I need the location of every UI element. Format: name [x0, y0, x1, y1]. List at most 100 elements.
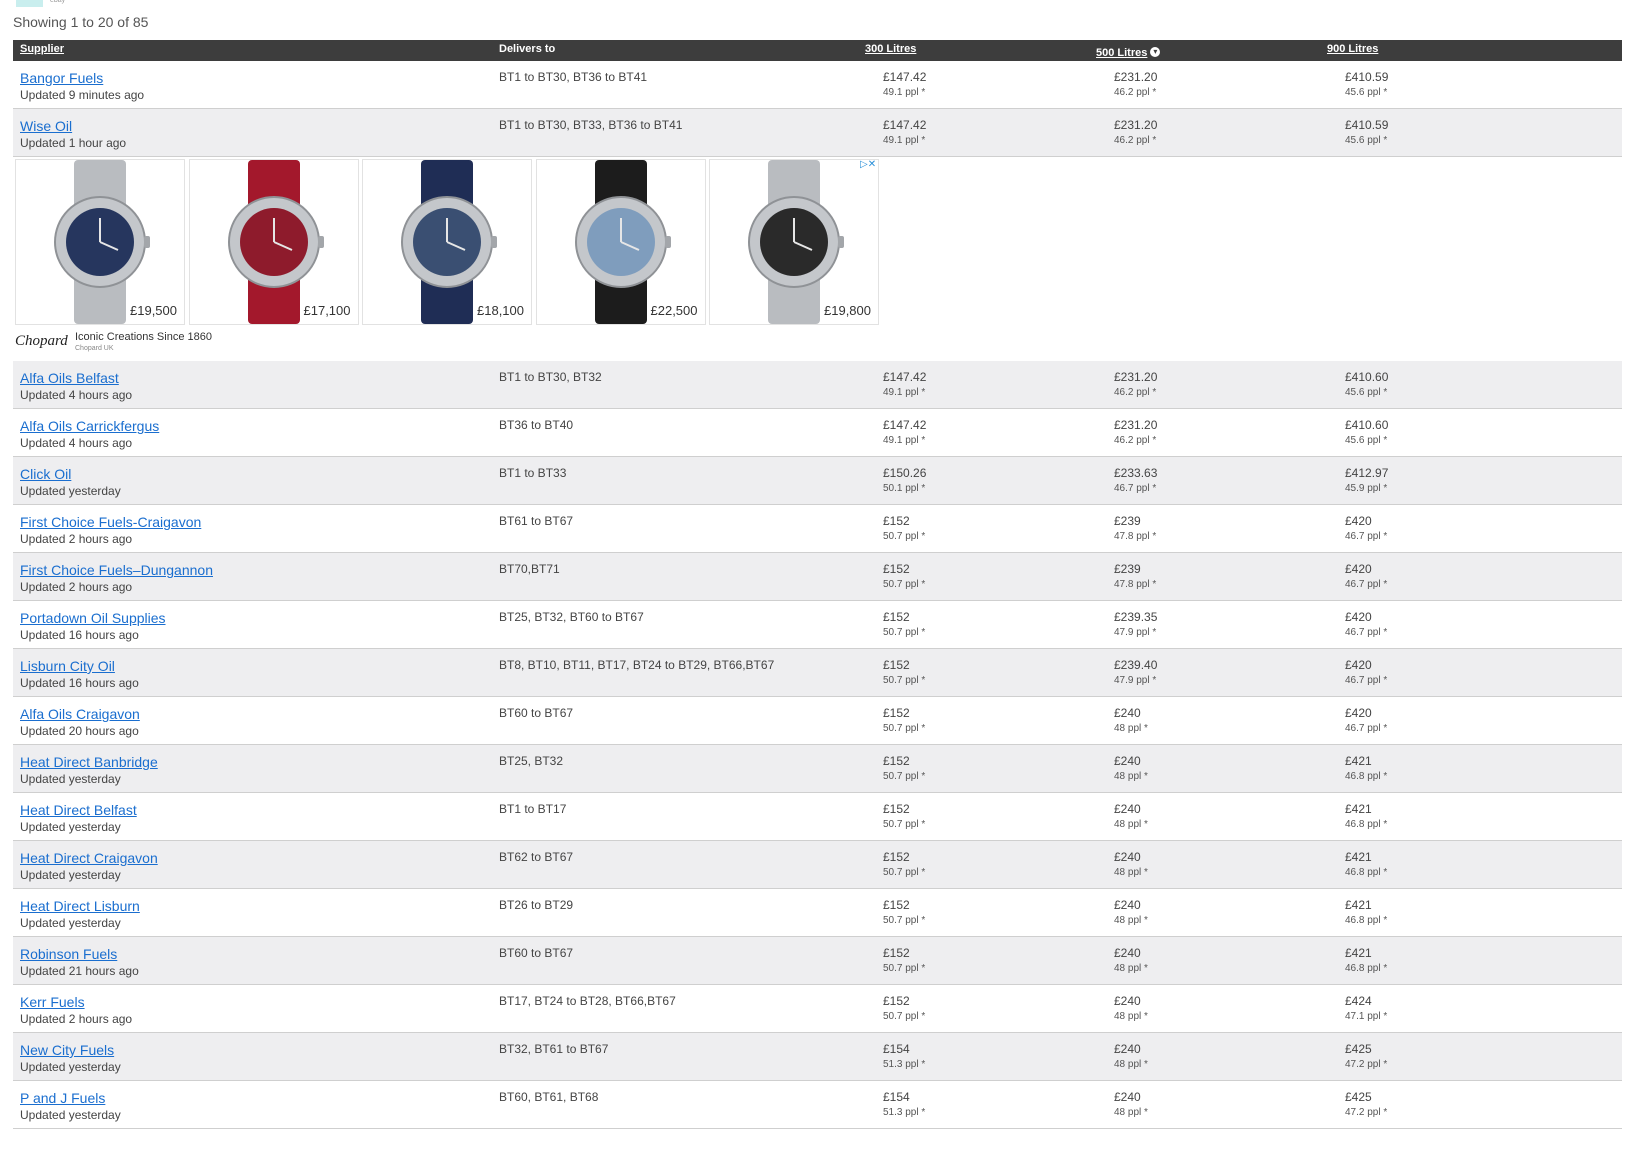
sort-300-litres-link[interactable]: 300 Litres: [865, 43, 916, 55]
supplier-link[interactable]: Bangor Fuels: [20, 70, 103, 86]
ppl-900: 46.8 ppl *: [1345, 963, 1388, 974]
price-500: £239: [1114, 514, 1141, 528]
updated-time: Updated 1 hour ago: [20, 136, 127, 150]
table-row: Portadown Oil Supplies Updated 16 hours a…: [13, 601, 1622, 649]
supplier-link[interactable]: Alfa Oils Belfast: [20, 370, 119, 386]
table-row: Alfa Oils Craigavon Updated 20 hours ago B…: [13, 697, 1622, 745]
ppl-500: 46.2 ppl *: [1114, 87, 1157, 98]
price-300: £152: [883, 514, 910, 528]
updated-time: Updated yesterday: [20, 484, 121, 498]
ppl-500: 48 ppl *: [1114, 1011, 1148, 1022]
ppl-300: 49.1 ppl *: [883, 135, 926, 146]
supplier-link[interactable]: Heat Direct Craigavon: [20, 850, 158, 866]
sort-500-litres[interactable]: 500 Litres ▾: [1096, 43, 1161, 61]
delivery-areas: BT61 to BT67: [499, 514, 574, 528]
price-500: £240: [1114, 946, 1141, 960]
ad-product-card[interactable]: £19,800: [709, 159, 879, 325]
price-500: £240: [1114, 754, 1141, 768]
price-300: £147.42: [883, 118, 927, 132]
ppl-500: 48 ppl *: [1114, 867, 1148, 878]
supplier-link[interactable]: Wise Oil: [20, 118, 72, 134]
table-row: Heat Direct Lisburn Updated yesterday BT26…: [13, 889, 1622, 937]
price-500: £239.35: [1114, 610, 1158, 624]
table-header: Supplier Delivers to 300 Litres 500 Litr…: [13, 40, 1622, 61]
supplier-link[interactable]: New City Fuels: [20, 1042, 114, 1058]
price-500: £231.20: [1114, 118, 1158, 132]
price-300: £152: [883, 802, 910, 816]
delivery-areas: BT1 to BT17: [499, 802, 567, 816]
delivery-areas: BT1 to BT33: [499, 466, 567, 480]
table-row: Wise Oil Updated 1 hour ago BT1 to BT30, B…: [13, 109, 1622, 157]
delivery-areas: BT32, BT61 to BT67: [499, 1042, 609, 1056]
ppl-300: 50.7 ppl *: [883, 915, 926, 926]
updated-time: Updated yesterday: [20, 916, 121, 930]
ppl-300: 50.7 ppl *: [883, 867, 926, 878]
ppl-300: 50.1 ppl *: [883, 483, 926, 494]
ppl-500: 47.9 ppl *: [1114, 675, 1157, 686]
supplier-link[interactable]: Portadown Oil Supplies: [20, 610, 166, 626]
price-900: £410.60: [1345, 418, 1389, 432]
price-500: £239.40: [1114, 658, 1158, 672]
supplier-link[interactable]: Heat Direct Lisburn: [20, 898, 140, 914]
supplier-link[interactable]: Heat Direct Belfast: [20, 802, 137, 818]
ad-product-price: £17,100: [303, 303, 351, 318]
table-row: Bangor Fuels Updated 9 minutes ago BT1 to …: [13, 61, 1622, 109]
ppl-300: 50.7 ppl *: [883, 1011, 926, 1022]
ppl-500: 48 ppl *: [1114, 963, 1148, 974]
ppl-300: 49.1 ppl *: [883, 387, 926, 398]
delivery-areas: BT60 to BT67: [499, 706, 574, 720]
table-row: Heat Direct Banbridge Updated yesterday BT…: [13, 745, 1622, 793]
ppl-300: 50.7 ppl *: [883, 723, 926, 734]
price-900: £420: [1345, 610, 1372, 624]
price-900: £421: [1345, 898, 1372, 912]
price-300: £150.26: [883, 466, 927, 480]
ad-product-card[interactable]: £18,100: [362, 159, 532, 325]
supplier-link[interactable]: First Choice Fuels-Craigavon: [20, 514, 201, 530]
supplier-link[interactable]: First Choice Fuels–Dungannon: [20, 562, 213, 578]
ad-tagline[interactable]: Iconic Creations Since 1860: [75, 331, 212, 343]
ppl-300: 51.3 ppl *: [883, 1107, 926, 1118]
ppl-900: 46.7 ppl *: [1345, 675, 1388, 686]
sort-descending-icon: ▾: [1150, 46, 1161, 57]
price-300: £152: [883, 562, 910, 576]
updated-time: Updated 16 hours ago: [20, 628, 139, 642]
table-row: First Choice Fuels–Dungannon Updated 2 ho…: [13, 553, 1622, 601]
delivery-areas: BT1 to BT30, BT32: [499, 370, 602, 384]
supplier-link[interactable]: Lisburn City Oil: [20, 658, 115, 674]
ad-product-price: £18,100: [477, 303, 524, 318]
ppl-300: 51.3 ppl *: [883, 1059, 926, 1070]
supplier-link[interactable]: Robinson Fuels: [20, 946, 117, 962]
ppl-900: 46.7 ppl *: [1345, 579, 1388, 590]
sort-supplier-link[interactable]: Supplier: [20, 43, 64, 55]
supplier-link[interactable]: Click Oil: [20, 466, 71, 482]
supplier-link[interactable]: Alfa Oils Carrickfergus: [20, 418, 159, 434]
ad-product-card[interactable]: £22,500: [535, 159, 706, 325]
ppl-900: 45.6 ppl *: [1345, 87, 1388, 98]
price-900: £421: [1345, 946, 1372, 960]
supplier-link[interactable]: P and J Fuels: [20, 1090, 105, 1106]
supplier-link[interactable]: Kerr Fuels: [20, 994, 85, 1010]
price-300: £152: [883, 898, 910, 912]
updated-time: Updated yesterday: [20, 1108, 121, 1122]
ppl-500: 48 ppl *: [1114, 723, 1148, 734]
ppl-500: 48 ppl *: [1114, 819, 1148, 830]
ad-banner[interactable]: £19,500 £17,100 £18,100 £22,500 £19,800 ▷✕ Cho…: [13, 157, 1622, 361]
price-300: £152: [883, 706, 910, 720]
adchoices-icon[interactable]: ▷✕: [860, 159, 876, 170]
sort-900-litres-link[interactable]: 900 Litres: [1327, 43, 1378, 55]
ppl-300: 49.1 ppl *: [883, 435, 926, 446]
ad-product-card[interactable]: £17,100: [188, 159, 359, 325]
table-row: First Choice Fuels-Craigavon Updated 2 ho…: [13, 505, 1622, 553]
top-strip: ebay: [0, 0, 1625, 10]
price-900: £425: [1345, 1090, 1372, 1104]
table-body: Bangor Fuels Updated 9 minutes ago BT1 to …: [13, 61, 1622, 1129]
ad-product-card[interactable]: £19,500: [15, 159, 185, 325]
price-900: £410.59: [1345, 118, 1389, 132]
ad-brand-logo[interactable]: Chopard: [15, 333, 68, 350]
ppl-900: 45.6 ppl *: [1345, 135, 1388, 146]
ppl-300: 50.7 ppl *: [883, 579, 926, 590]
ppl-500: 46.2 ppl *: [1114, 387, 1157, 398]
supplier-link[interactable]: Heat Direct Banbridge: [20, 754, 158, 770]
sort-500-litres-link[interactable]: 500 Litres: [1096, 47, 1147, 59]
supplier-link[interactable]: Alfa Oils Craigavon: [20, 706, 140, 722]
